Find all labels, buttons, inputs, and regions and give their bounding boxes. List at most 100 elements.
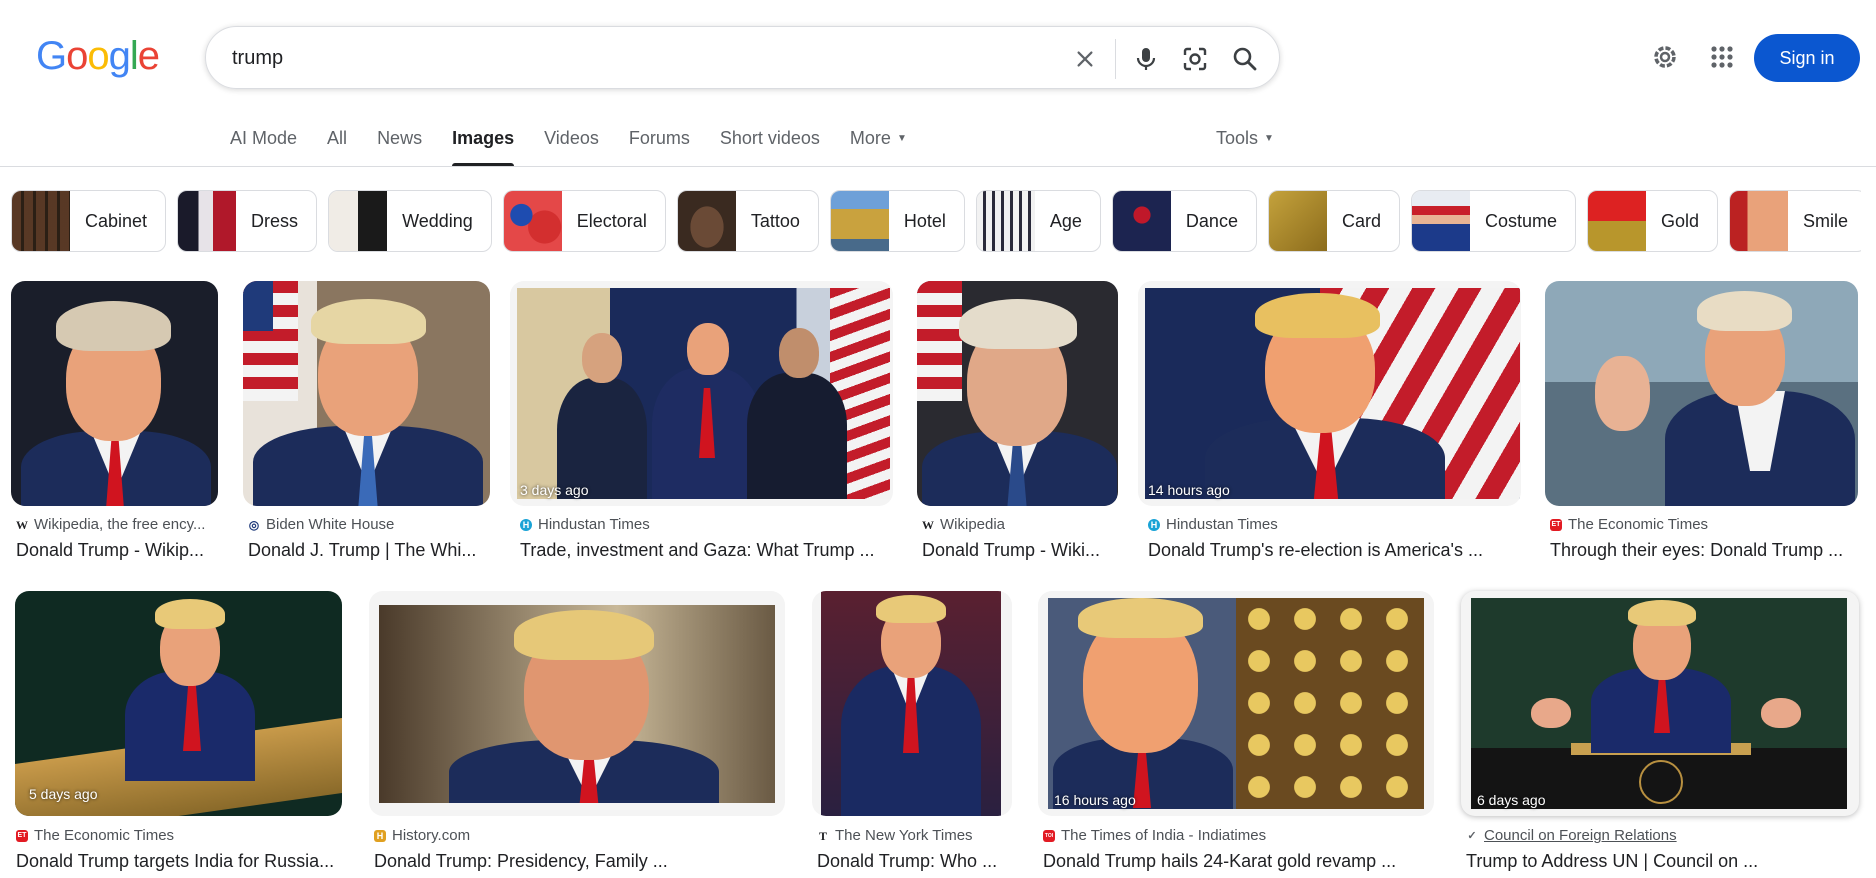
result-image[interactable]: 16 hours ago: [1038, 591, 1434, 816]
tab-short-videos[interactable]: Short videos: [720, 128, 820, 166]
result-title[interactable]: Through their eyes: Donald Trump ...: [1550, 540, 1860, 561]
source-name: Wikipedia, the free ency...: [34, 516, 206, 533]
image-result[interactable]: 6 days ago ✓ Council on Foreign Relations…: [1461, 591, 1859, 878]
result-image[interactable]: 14 hours ago: [1138, 281, 1521, 506]
tabs-divider: [0, 166, 1876, 167]
result-source[interactable]: ET The Economic Times: [1550, 516, 1708, 533]
result-image[interactable]: [15, 591, 342, 816]
flag-canton: [243, 281, 273, 331]
tab-all[interactable]: All: [327, 128, 347, 166]
clear-icon[interactable]: [1068, 42, 1102, 76]
chip-dress[interactable]: Dress: [177, 190, 318, 252]
result-title[interactable]: Donald Trump hails 24-Karat gold revamp …: [1043, 851, 1433, 872]
result-title[interactable]: Trump to Address UN | Council on ...: [1466, 851, 1856, 872]
result-source[interactable]: ET The Economic Times: [16, 827, 174, 844]
tab-news[interactable]: News: [377, 128, 422, 166]
result-title[interactable]: Donald Trump targets India for Russia...: [16, 851, 346, 872]
chip-thumbnail: [178, 191, 237, 251]
chip-label: Electoral: [576, 210, 647, 231]
result-image[interactable]: [812, 591, 1012, 816]
un-emblem: [1639, 760, 1683, 804]
search-tabs: AI Mode All News Images Videos Forums Sh…: [230, 128, 907, 166]
chip-wedding[interactable]: Wedding: [328, 190, 492, 252]
google-logo[interactable]: Google: [36, 34, 160, 79]
image-result[interactable]: ET The Economic Times Through their eyes:…: [1545, 281, 1859, 566]
image-result[interactable]: 3 days ago H Hindustan Times Trade, inves…: [510, 281, 893, 566]
image-result[interactable]: T The New York Times Donald Trump: Who ..…: [812, 591, 1012, 878]
result-source[interactable]: T The New York Times: [817, 827, 973, 844]
image-result[interactable]: W Wikipedia Donald Trump - Wiki...: [917, 281, 1119, 566]
chip-thumbnail: [12, 191, 70, 251]
result-source[interactable]: W Wikipedia: [922, 516, 1005, 533]
result-image[interactable]: [243, 281, 490, 506]
tab-more[interactable]: More ▼: [850, 128, 907, 166]
sign-in-button[interactable]: Sign in: [1754, 34, 1860, 82]
result-source[interactable]: H History.com: [374, 827, 470, 844]
tab-videos[interactable]: Videos: [544, 128, 599, 166]
source-name: The Times of India - Indiatimes: [1061, 827, 1267, 844]
result-source[interactable]: W Wikipedia, the free ency...: [16, 516, 205, 533]
search-box[interactable]: trump: [205, 26, 1280, 89]
photo-area: [1048, 598, 1424, 809]
result-title[interactable]: Donald Trump - Wiki...: [922, 540, 1122, 561]
hair-shape: [311, 299, 426, 344]
result-image[interactable]: [369, 591, 785, 816]
result-title[interactable]: Trade, investment and Gaza: What Trump .…: [520, 540, 890, 561]
tab-ai-mode[interactable]: AI Mode: [230, 128, 297, 166]
result-source[interactable]: H Hindustan Times: [520, 516, 650, 533]
chip-tattoo[interactable]: Tattoo: [676, 190, 819, 252]
result-image[interactable]: 6 days ago: [1461, 591, 1859, 816]
tab-images[interactable]: Images: [452, 128, 515, 166]
search-input[interactable]: trump: [232, 47, 283, 70]
result-source[interactable]: H Hindustan Times: [1148, 516, 1278, 533]
camera-lens-icon[interactable]: [1178, 42, 1212, 76]
result-title[interactable]: Donald Trump's re-election is America's …: [1148, 540, 1518, 561]
refinement-chips: Cabinet Dress Wedding Electoral Tattoo H…: [11, 190, 1861, 252]
settings-icon[interactable]: [1650, 42, 1680, 77]
chip-thumbnail: [976, 191, 1035, 251]
hair-shape: [876, 595, 946, 623]
time-badge: 6 days ago: [1477, 792, 1546, 808]
image-result[interactable]: 5 days ago ET The Economic Times Donald T…: [11, 591, 344, 878]
result-source[interactable]: TOI The Times of India - Indiatimes: [1043, 827, 1266, 844]
image-result[interactable]: 16 hours ago TOI The Times of India - Ind…: [1038, 591, 1434, 878]
search-icon[interactable]: [1228, 42, 1262, 76]
chip-gold[interactable]: Gold: [1587, 190, 1719, 252]
tab-forums[interactable]: Forums: [629, 128, 690, 166]
microphone-icon[interactable]: [1129, 42, 1163, 76]
chip-cabinet[interactable]: Cabinet: [11, 190, 167, 252]
image-result[interactable]: ◎ Biden White House Donald J. Trump | The…: [243, 281, 491, 566]
result-image[interactable]: [11, 281, 218, 506]
chip-smile[interactable]: Smile: [1729, 190, 1861, 252]
result-source[interactable]: ✓ Council on Foreign Relations: [1466, 827, 1676, 844]
chip-thumbnail: [503, 191, 562, 251]
source-name: Wikipedia: [940, 516, 1006, 533]
result-title[interactable]: Donald Trump: Presidency, Family ...: [374, 851, 784, 872]
chip-dance[interactable]: Dance: [1111, 190, 1257, 252]
chip-age[interactable]: Age: [975, 190, 1101, 252]
chip-thumbnail: [677, 191, 736, 251]
result-image[interactable]: [1545, 281, 1858, 506]
chip-hotel[interactable]: Hotel: [829, 190, 965, 252]
chip-label: Age: [1049, 210, 1082, 231]
hindustan-times-icon: H: [520, 518, 532, 531]
photo-area: [517, 288, 890, 499]
apps-grid-icon[interactable]: [1710, 45, 1734, 74]
chip-card[interactable]: Card: [1267, 190, 1400, 252]
chip-electoral[interactable]: Electoral: [502, 190, 666, 252]
tools-label: Tools: [1216, 128, 1259, 148]
source-name: History.com: [392, 827, 471, 844]
image-result[interactable]: W Wikipedia, the free ency... Donald Trum…: [11, 281, 218, 566]
result-image[interactable]: 3 days ago: [510, 281, 893, 506]
face-shape: [779, 328, 819, 378]
chip-costume[interactable]: Costume: [1410, 190, 1576, 252]
result-image[interactable]: [917, 281, 1118, 506]
image-result[interactable]: H History.com Donald Trump: Presidency, F…: [369, 591, 785, 878]
result-title[interactable]: Donald Trump: Who ...: [817, 851, 1012, 872]
result-source[interactable]: ◎ Biden White House: [248, 516, 395, 533]
result-title[interactable]: Donald J. Trump | The Whi...: [248, 540, 488, 561]
image-result[interactable]: 14 hours ago H Hindustan Times Donald Tru…: [1138, 281, 1521, 566]
result-title[interactable]: Donald Trump - Wikip...: [16, 540, 231, 561]
tools-menu[interactable]: Tools ▼: [1216, 128, 1274, 149]
chip-label: Smile: [1803, 210, 1849, 231]
